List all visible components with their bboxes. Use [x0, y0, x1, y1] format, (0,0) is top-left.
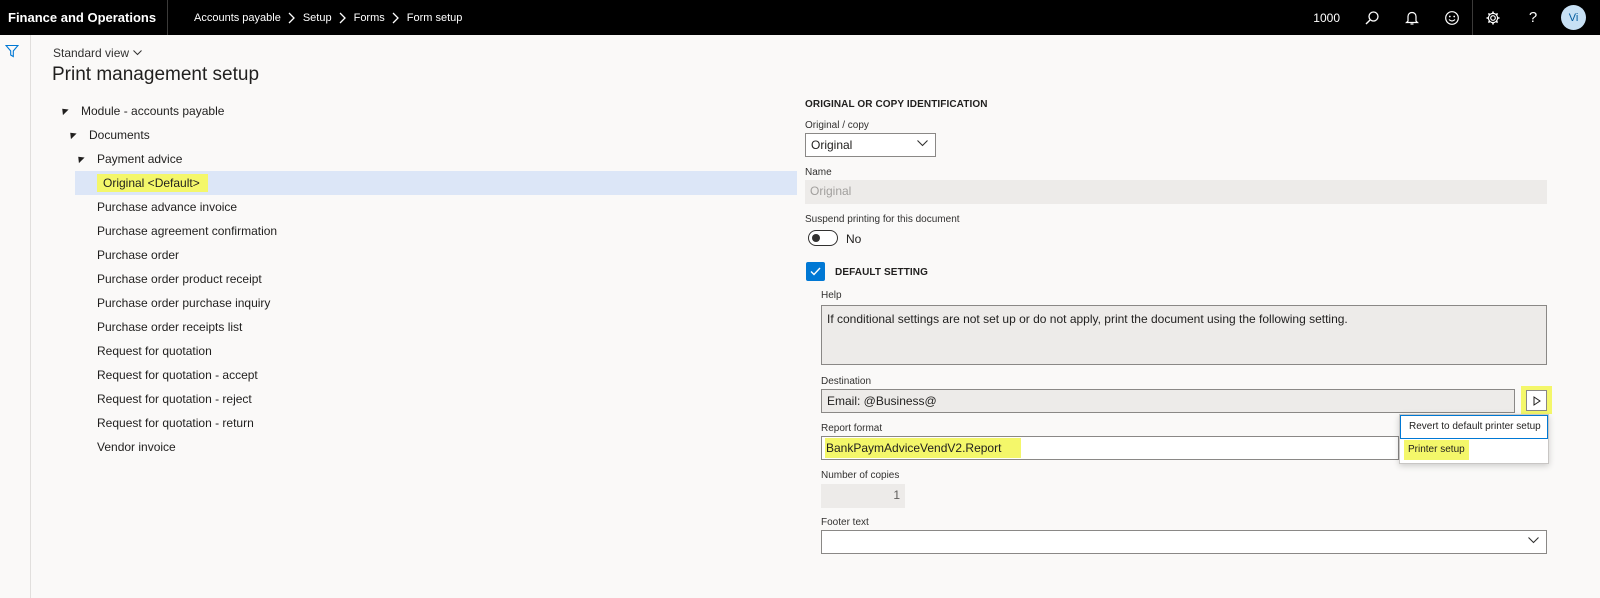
chevron-right-icon	[332, 12, 354, 24]
document-tree: Module - accounts payable Documents Paym…	[57, 99, 797, 459]
suspend-printing-toggle[interactable]	[808, 230, 838, 246]
tree-node-label: Purchase order	[97, 248, 180, 262]
section-title-original-copy: ORIGINAL OR COPY IDENTIFICATION	[805, 99, 988, 110]
chevron-right-icon	[385, 12, 407, 24]
breadcrumb-accounts-payable[interactable]: Accounts payable	[194, 12, 281, 24]
breadcrumb-setup[interactable]: Setup	[303, 12, 332, 24]
breadcrumb-forms[interactable]: Forms	[354, 12, 385, 24]
tree-node-label: Documents	[89, 128, 150, 142]
tree-node-label: Vendor invoice	[97, 440, 176, 454]
chevron-down-icon	[917, 140, 928, 147]
tree-node-item[interactable]: Purchase order	[57, 243, 797, 267]
tree-node-label: Purchase agreement confirmation	[97, 224, 278, 238]
expand-triangle-icon[interactable]	[59, 105, 69, 116]
menu-item-revert-default[interactable]: Revert to default printer setup	[1400, 415, 1548, 439]
destination-label: Destination	[821, 376, 872, 387]
destination-button[interactable]	[1526, 390, 1547, 411]
tree-node-label: Purchase order receipts list	[97, 320, 243, 334]
play-triangle-icon	[1533, 395, 1541, 406]
tree-node-item[interactable]: Purchase order receipts list	[57, 315, 797, 339]
tree-node-documents[interactable]: Documents	[57, 123, 797, 147]
footer-text-select[interactable]	[821, 530, 1547, 554]
help-text-box: If conditional settings are not set up o…	[821, 305, 1547, 365]
chevron-down-icon	[1528, 537, 1539, 544]
chevron-right-icon	[281, 12, 303, 24]
page-title: Print management setup	[52, 64, 260, 85]
breadcrumb-form-setup[interactable]: Form setup	[407, 12, 463, 24]
tree-node-item[interactable]: Request for quotation	[57, 339, 797, 363]
expand-triangle-icon[interactable]	[67, 129, 77, 140]
tree-node-module[interactable]: Module - accounts payable	[57, 99, 797, 123]
tree-node-label: Request for quotation - reject	[97, 392, 252, 406]
name-label: Name	[805, 167, 832, 178]
toggle-knob	[812, 234, 820, 242]
tree-node-item[interactable]: Request for quotation - reject	[57, 387, 797, 411]
report-format-value: BankPaymAdviceVendV2.Report	[825, 438, 1022, 458]
suspend-printing-label: Suspend printing for this document	[805, 214, 960, 225]
tree-node-item[interactable]: Vendor invoice	[57, 435, 797, 459]
breadcrumb: Accounts payable Setup Forms Form setup	[168, 12, 462, 24]
footer-text-label: Footer text	[821, 517, 869, 528]
number-of-copies-field: 1	[821, 484, 905, 508]
tree-node-item[interactable]: Purchase order purchase inquiry	[57, 291, 797, 315]
tree-node-item[interactable]: Purchase agreement confirmation	[57, 219, 797, 243]
default-setting-checkbox[interactable]	[806, 262, 825, 281]
filter-icon[interactable]	[4, 44, 20, 58]
menu-item-printer-setup[interactable]: Printer setup	[1400, 439, 1548, 463]
default-setting-title: DEFAULT SETTING	[835, 267, 928, 278]
destination-menu: Revert to default printer setup Printer …	[1399, 414, 1549, 464]
app-title[interactable]: Finance and Operations	[0, 0, 168, 35]
chevron-down-icon	[133, 50, 142, 56]
tree-node-item[interactable]: Purchase advance invoice	[57, 195, 797, 219]
tree-node-item[interactable]: Request for quotation - accept	[57, 363, 797, 387]
left-navigation-rail	[0, 35, 31, 598]
checkmark-icon	[810, 267, 821, 276]
tree-node-label: Request for quotation	[97, 344, 212, 358]
view-selector[interactable]: Standard view	[53, 46, 142, 60]
tree-node-label: Request for quotation - return	[97, 416, 254, 430]
tree-node-original-default[interactable]: Original <Default>	[75, 171, 797, 195]
original-copy-label: Original / copy	[805, 120, 869, 131]
expand-triangle-icon[interactable]	[75, 153, 85, 164]
number-of-copies-label: Number of copies	[821, 470, 900, 481]
suspend-printing-value: No	[846, 232, 862, 246]
tree-node-label: Purchase advance invoice	[97, 200, 238, 214]
tree-node-label: Original <Default>	[97, 174, 208, 192]
original-copy-select[interactable]: Original	[805, 133, 936, 157]
tree-node-label: Request for quotation - accept	[97, 368, 258, 382]
original-copy-value: Original	[811, 138, 853, 152]
name-field: Original	[805, 180, 1547, 204]
print-settings-form: ORIGINAL OR COPY IDENTIFICATION Original…	[805, 0, 1595, 598]
tree-node-label: Payment advice	[97, 152, 183, 166]
tree-node-item[interactable]: Request for quotation - return	[57, 411, 797, 435]
destination-field[interactable]: Email: @Business@	[821, 389, 1515, 413]
tree-node-label: Purchase order purchase inquiry	[97, 296, 271, 310]
view-selector-label: Standard view	[53, 46, 130, 60]
report-format-field[interactable]: BankPaymAdviceVendV2.Report	[821, 436, 1399, 460]
tree-node-item[interactable]: Purchase order product receipt	[57, 267, 797, 291]
tree-node-label: Module - accounts payable	[81, 104, 225, 118]
report-format-label: Report format	[821, 423, 883, 434]
help-label: Help	[821, 290, 842, 301]
tree-node-payment-advice[interactable]: Payment advice	[57, 147, 797, 171]
tree-node-label: Purchase order product receipt	[97, 272, 262, 286]
menu-item-label: Printer setup	[1404, 440, 1469, 460]
